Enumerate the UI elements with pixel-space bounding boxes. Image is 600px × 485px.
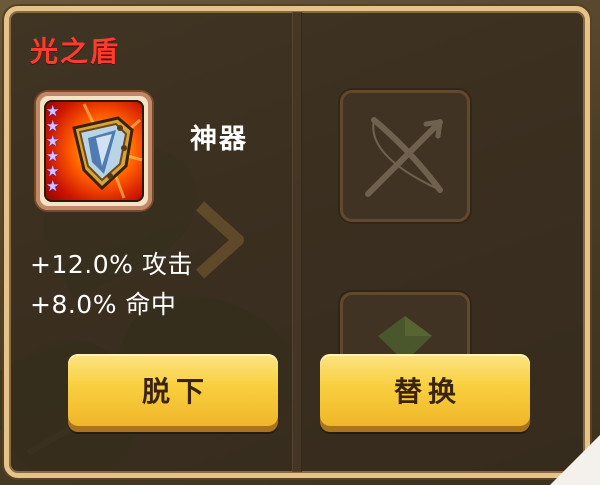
replace-button[interactable]: 替换 bbox=[320, 354, 530, 426]
panel-divider bbox=[292, 12, 302, 472]
item-type-label: 神器 bbox=[190, 124, 248, 155]
unequip-button[interactable]: 脱下 bbox=[68, 354, 278, 426]
background-chevron-icon bbox=[195, 201, 244, 279]
item-title: 光之盾 bbox=[30, 35, 121, 68]
unequip-button-label: 脱下 bbox=[141, 375, 210, 408]
star-icon: ★ bbox=[46, 177, 60, 195]
page-curl-icon bbox=[550, 435, 600, 485]
item-icon-frame[interactable]: ★ ★ ★ ★ ★ ★ bbox=[36, 92, 152, 210]
item-star-rating: ★ ★ ★ ★ ★ ★ bbox=[46, 104, 59, 194]
stat-accuracy: +8.0% 命中 bbox=[30, 290, 177, 319]
background-slot-bow bbox=[340, 90, 470, 222]
crossed-bow-arrow-icon bbox=[365, 117, 443, 197]
replace-button-label: 替换 bbox=[393, 375, 462, 408]
game-screen: 光之盾 ★ ★ ★ ★ ★ ★ 神器 +12.0% 攻击 +8.0% 命中 脱下… bbox=[0, 0, 600, 485]
item-icon-background: ★ ★ ★ ★ ★ ★ bbox=[44, 100, 144, 202]
stat-attack: +12.0% 攻击 bbox=[30, 250, 193, 279]
